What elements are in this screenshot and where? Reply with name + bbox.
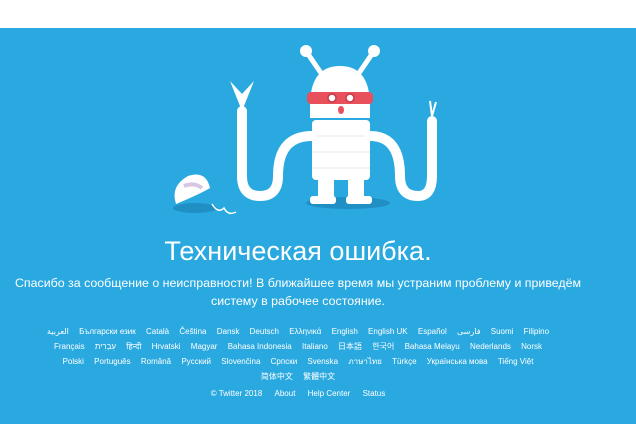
language-link-arabic[interactable]: العربية: [47, 327, 69, 336]
language-link-czech[interactable]: Čeština: [179, 327, 206, 336]
language-link-danish[interactable]: Dansk: [217, 327, 240, 336]
language-link-russian[interactable]: Русский: [181, 357, 211, 366]
about-link[interactable]: About: [275, 389, 296, 398]
error-message: Спасибо за сообщение о неисправности! В …: [0, 274, 596, 310]
broken-robot-illustration: [173, 45, 437, 215]
language-link-simplified-chinese[interactable]: 简体中文: [261, 372, 293, 381]
language-link-slovak[interactable]: Slovenčina: [221, 357, 260, 366]
language-link-korean[interactable]: 한국어: [372, 342, 394, 351]
language-link-greek[interactable]: Ελληνικά: [289, 327, 321, 336]
language-link-english[interactable]: English: [332, 327, 358, 336]
language-list-row-4: 简体中文 繁體中文: [0, 371, 596, 383]
language-list-row-1: العربية Български език Català Čeština Da…: [0, 326, 596, 338]
language-link-indonesian[interactable]: Bahasa Indonesia: [228, 342, 292, 351]
language-link-croatian[interactable]: Hrvatski: [152, 342, 181, 351]
language-link-french[interactable]: Français: [54, 342, 85, 351]
error-message-line-2: систему в рабочее состояние.: [211, 294, 385, 308]
language-link-german[interactable]: Deutsch: [250, 327, 279, 336]
language-link-swedish[interactable]: Svenska: [307, 357, 338, 366]
language-link-romanian[interactable]: Română: [141, 357, 171, 366]
language-link-portuguese[interactable]: Português: [94, 357, 130, 366]
copyright-text: © Twitter 2018: [210, 389, 263, 398]
language-link-traditional-chinese[interactable]: 繁體中文: [303, 372, 335, 381]
language-link-thai[interactable]: ภาษาไทย: [348, 357, 382, 366]
language-link-filipino[interactable]: Filipino: [524, 327, 549, 336]
error-message-line-1: Спасибо за сообщение о неисправности! В …: [14, 276, 582, 290]
language-link-vietnamese[interactable]: Tiếng Việt: [498, 357, 534, 366]
language-link-persian[interactable]: فارسی: [457, 327, 481, 336]
language-link-bulgarian[interactable]: Български език: [79, 327, 136, 336]
page-title: Техническая ошибка.: [164, 236, 432, 266]
language-list-row-2: Français עִבְרִית हिन्दी Hrvatski Magyar…: [0, 341, 596, 353]
language-link-polish[interactable]: Polski: [63, 357, 84, 366]
error-page: Техническая ошибка. Спасибо за сообщение…: [0, 28, 636, 424]
language-link-dutch[interactable]: Nederlands: [470, 342, 511, 351]
language-link-english-uk[interactable]: English UK: [368, 327, 408, 336]
language-link-hindi[interactable]: हिन्दी: [126, 342, 141, 351]
language-list-row-3: Polski Português Română Русский Slovenči…: [0, 356, 596, 368]
language-link-hungarian[interactable]: Magyar: [191, 342, 218, 351]
footer: © Twitter 2018 About Help Center Status: [0, 388, 596, 400]
language-link-hebrew[interactable]: עִבְרִית: [95, 342, 116, 351]
status-link[interactable]: Status: [363, 389, 386, 398]
language-link-japanese[interactable]: 日本語: [338, 342, 362, 351]
language-link-catalan[interactable]: Català: [146, 327, 169, 336]
language-link-italian[interactable]: Italiano: [302, 342, 328, 351]
language-link-finnish[interactable]: Suomi: [491, 327, 514, 336]
language-link-ukrainian[interactable]: Українська мова: [427, 357, 488, 366]
language-link-serbian[interactable]: Српски: [271, 357, 298, 366]
language-link-norwegian[interactable]: Norsk: [521, 342, 542, 351]
language-link-malay[interactable]: Bahasa Melayu: [405, 342, 460, 351]
help-center-link[interactable]: Help Center: [308, 389, 351, 398]
language-link-turkish[interactable]: Türkçe: [392, 357, 416, 366]
language-link-spanish[interactable]: Español: [418, 327, 447, 336]
